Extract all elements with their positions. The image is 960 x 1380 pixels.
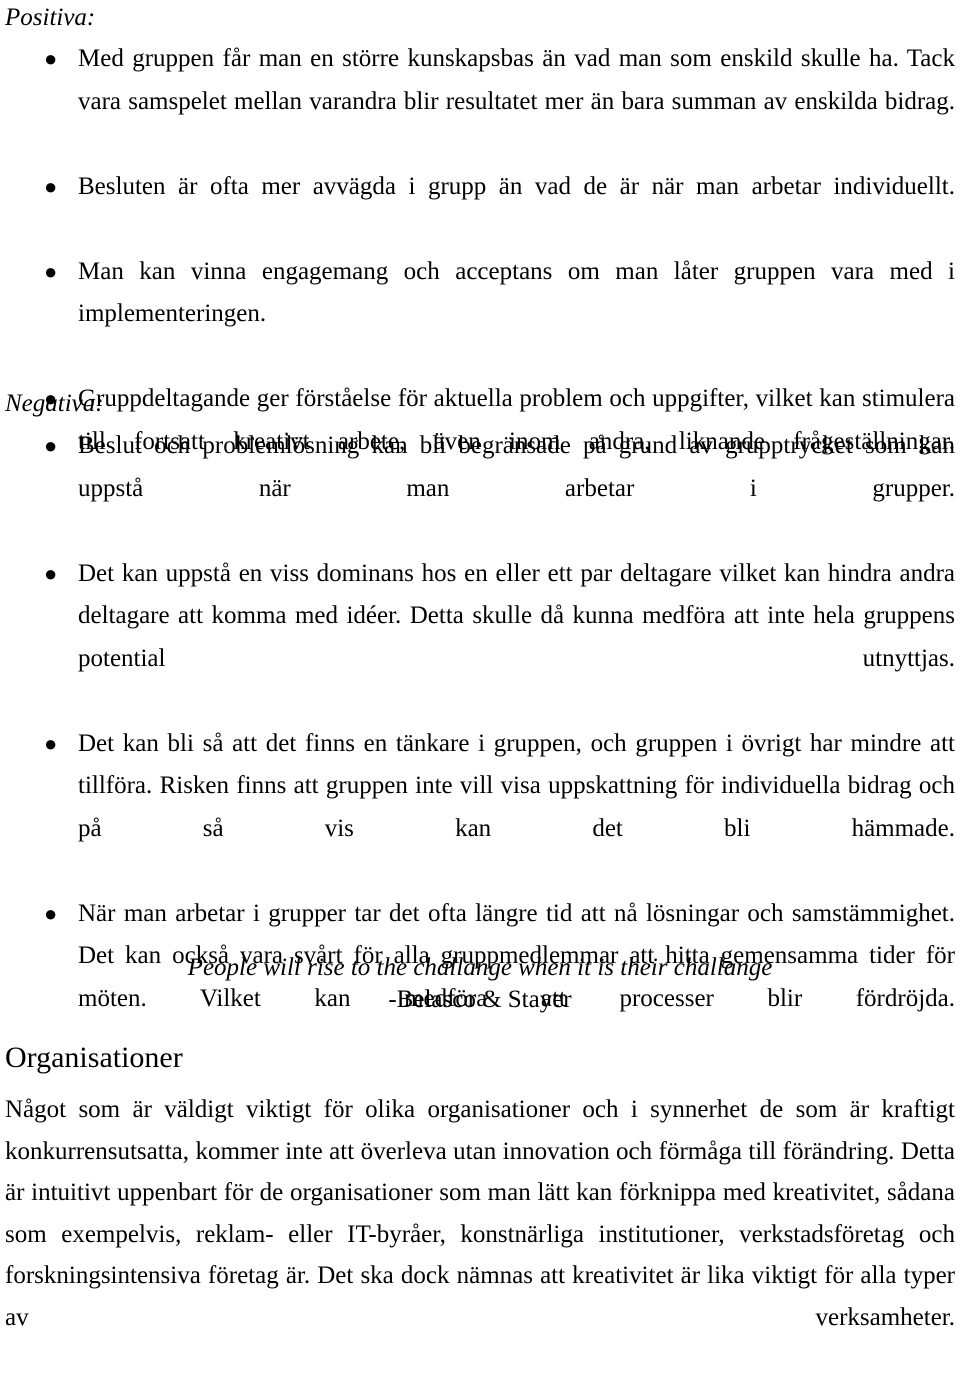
section-positiva: Positiva: (5, 3, 955, 33)
bullet-icon: ● (44, 560, 58, 586)
list-item: ● Det kan uppstå en viss dominans hos en… (5, 553, 955, 723)
section-negativa: Negativa: (5, 389, 955, 419)
quote-attribution: -Belasco & Stayer (388, 986, 572, 1013)
list-item-text: Med gruppen får man en större kunskapsba… (78, 45, 955, 115)
bullet-icon: ● (44, 258, 58, 284)
list-item: ● Beslut och problemlösning kan bli begr… (5, 425, 955, 553)
list-item-text: Det kan bli så att det finns en tänkare … (78, 729, 955, 842)
bullet-icon: ● (44, 730, 58, 756)
bullet-icon: ● (44, 46, 58, 71)
section-label-positiva: Positiva: (5, 4, 96, 31)
list-item: ● Med gruppen får man en större kunskaps… (5, 38, 955, 166)
list-item-text: Besluten är ofta mer avvägda i grupp än … (78, 172, 955, 200)
document-page: Positiva: ● Med gruppen får man en störr… (0, 0, 960, 1343)
list-item-text: Beslut och problemlösning kan bli begrän… (78, 432, 955, 502)
list-item: ● Det kan bli så att det finns en tänkar… (5, 723, 955, 893)
bullet-icon: ● (44, 433, 58, 458)
list-item-text: Man kan vinna engagemang och acceptans o… (78, 257, 955, 328)
page-title: Organisationer (5, 1041, 183, 1074)
list-item: ● Man kan vinna engagemang och acceptans… (5, 251, 955, 379)
quote-text: People will rise to the challange when i… (187, 954, 773, 981)
list-item: ● Besluten är ofta mer avvägda i grupp ä… (5, 166, 955, 251)
bullet-icon: ● (44, 900, 58, 926)
bullet-icon: ● (44, 173, 58, 199)
body-paragraph: Något som är väldigt viktigt för olika o… (5, 1096, 955, 1331)
list-item-text: Det kan uppstå en viss dominans hos en e… (78, 559, 955, 672)
section-label-negativa: Negativa: (5, 390, 104, 417)
pull-quote: People will rise to the challange when i… (5, 952, 955, 1016)
